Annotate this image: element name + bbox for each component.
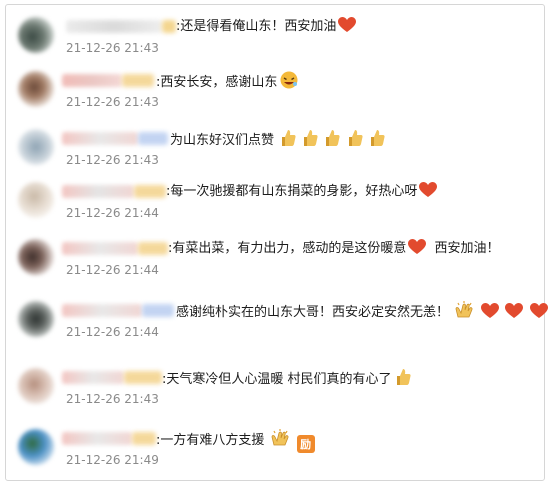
heart-icon <box>481 303 500 326</box>
comment-text-body: 感谢纯朴实在的山东大哥！西安必定安然无恙！ <box>176 305 450 320</box>
comment-text: :每一次驰援都有山东捐菜的身影，好热心呀 <box>166 182 438 205</box>
username-blurred[interactable] <box>62 242 138 255</box>
thumbs-up-icon <box>369 129 385 154</box>
username-blurred[interactable] <box>62 304 142 317</box>
avatar[interactable] <box>18 129 54 165</box>
user-badge-blurred <box>134 185 166 198</box>
username-blurred[interactable] <box>62 371 124 384</box>
user-badge-blurred <box>138 132 168 145</box>
thumbs-up-icon <box>302 129 318 154</box>
avatar[interactable] <box>18 239 54 275</box>
comment-text: :有菜出菜，有力出力，感动的是这份暖意 西安加油！ <box>168 239 500 262</box>
comment-text-suffix: 西安加油！ <box>434 241 500 256</box>
comment-item: :每一次驰援都有山东捐菜的身影，好热心呀 21-12-26 21:44 <box>6 182 544 234</box>
comment-timestamp: 21-12-26 21:49 <box>66 453 159 467</box>
avatar[interactable] <box>18 17 54 53</box>
comment-text-body: :西安长安，感谢山东 <box>156 75 278 90</box>
encourage-label: 励 <box>300 438 312 451</box>
user-badge-blurred <box>122 74 154 87</box>
comment-timestamp: 21-12-26 21:43 <box>66 392 159 406</box>
comment-item: :还是得看俺山东！西安加油 21-12-26 21:43 <box>6 17 544 69</box>
comment-timestamp: 21-12-26 21:44 <box>66 263 159 277</box>
comment-text-body: :还是得看俺山东！西安加油 <box>176 19 337 34</box>
thumbs-up-icon <box>394 368 412 393</box>
comment-text-body: 为山东好汉们点赞 <box>170 133 275 148</box>
comment-text: :还是得看俺山东！西安加油 <box>176 17 357 40</box>
comment-text-body: :有菜出菜，有力出力，感动的是这份暖意 <box>168 241 407 256</box>
comment-item: :有菜出菜，有力出力，感动的是这份暖意 西安加油！ 21-12-26 21:44 <box>6 239 544 291</box>
comment-timestamp: 21-12-26 21:44 <box>66 325 159 339</box>
comment-item: :一方有难八方支援 励 21-12-26 21:49 <box>6 429 544 481</box>
user-badge-blurred <box>138 242 168 255</box>
comment-text-body: :每一次驰援都有山东捐菜的身影，好热心呀 <box>166 184 418 199</box>
comment-text: :一方有难八方支援 励 <box>156 429 315 454</box>
comment-text: 感谢纯朴实在的山东大哥！西安必定安然无恙！ <box>176 301 548 326</box>
laughing-face-icon <box>279 71 299 96</box>
comment-text: :天气寒冷但人心温暖 村民们真的有心了 <box>162 368 412 393</box>
username-blurred[interactable] <box>62 432 132 445</box>
thumbs-up-icon <box>347 129 363 154</box>
comment-item: 感谢纯朴实在的山东大哥！西安必定安然无恙！ 21-12-26 21:44 <box>6 301 548 353</box>
username-blurred[interactable] <box>62 132 138 145</box>
comment-timestamp: 21-12-26 21:43 <box>66 153 159 167</box>
heart-icon <box>529 303 548 326</box>
user-badge-blurred <box>132 432 156 445</box>
username-blurred[interactable] <box>62 185 134 198</box>
heart-icon <box>505 303 524 326</box>
heart-icon <box>408 239 427 262</box>
heart-icon <box>338 17 357 40</box>
avatar[interactable] <box>18 368 54 404</box>
comment-item: 为山东好汉们点赞 21-12-26 21:43 <box>6 129 544 181</box>
avatar[interactable] <box>18 71 54 107</box>
user-badge-blurred <box>162 20 176 33</box>
comment-item: :西安长安，感谢山东 21-12-26 21:43 <box>6 71 544 123</box>
comment-timestamp: 21-12-26 21:43 <box>66 41 159 55</box>
username-blurred[interactable] <box>66 20 162 33</box>
clapping-hands-icon <box>455 301 475 326</box>
username-blurred[interactable] <box>62 74 122 87</box>
avatar[interactable] <box>18 429 54 465</box>
comment-text: 为山东好汉们点赞 <box>170 129 385 154</box>
user-badge-blurred <box>142 304 174 317</box>
thumbs-up-icon <box>280 129 296 154</box>
thumbs-up-icon <box>324 129 341 154</box>
comment-item: :天气寒冷但人心温暖 村民们真的有心了 21-12-26 21:43 <box>6 368 544 420</box>
heart-icon <box>419 182 438 205</box>
encourage-sticker-icon: 励 <box>296 435 315 453</box>
comment-text: :西安长安，感谢山东 <box>156 71 299 96</box>
comment-text-body: :天气寒冷但人心温暖 村民们真的有心了 <box>162 372 392 387</box>
clapping-hands-icon <box>271 429 291 454</box>
comment-panel: :还是得看俺山东！西安加油 21-12-26 21:43 :西安长安，感谢山东 … <box>5 4 548 481</box>
comment-text-body: :一方有难八方支援 <box>156 433 265 448</box>
avatar[interactable] <box>18 301 54 337</box>
comment-timestamp: 21-12-26 21:43 <box>66 95 159 109</box>
avatar[interactable] <box>18 182 54 218</box>
comment-timestamp: 21-12-26 21:44 <box>66 206 159 220</box>
user-badge-blurred <box>124 371 162 384</box>
